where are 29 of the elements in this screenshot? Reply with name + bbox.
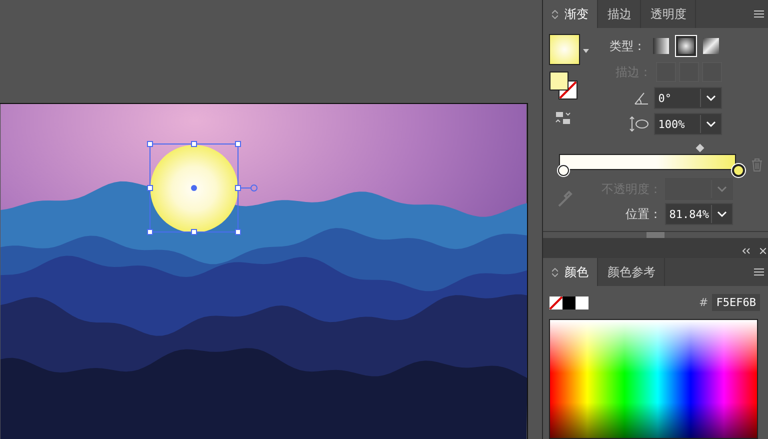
default-swatches-icon[interactable] (549, 296, 590, 310)
panel-tab[interactable]: 渐变 (543, 0, 598, 28)
angle-field[interactable]: 0° (654, 87, 722, 109)
aspect-ratio-field[interactable]: 100% (654, 113, 722, 135)
hex-field[interactable]: F5EF6B (712, 294, 760, 311)
dropdown-caret-icon[interactable] (583, 49, 590, 53)
resize-grip[interactable] (543, 231, 768, 238)
panel-tab[interactable]: 颜色 (543, 258, 598, 286)
menu-icon[interactable] (754, 10, 764, 18)
angle-icon (633, 91, 650, 105)
gradient-slider[interactable] (559, 154, 736, 170)
reverse-gradient-icon[interactable] (555, 111, 572, 125)
aspect-ratio-icon (629, 116, 650, 132)
close-icon[interactable] (760, 248, 766, 254)
menu-icon[interactable] (754, 268, 764, 276)
collapse-icon[interactable] (742, 248, 750, 254)
gradient-preview[interactable] (549, 34, 580, 65)
color-spectrum[interactable] (549, 319, 758, 439)
color-stop[interactable] (733, 165, 744, 176)
hex-label: # (699, 296, 708, 309)
fill-stroke-icon[interactable] (549, 71, 580, 101)
location-field[interactable]: 81.84% (665, 203, 734, 225)
midpoint-handle[interactable] (696, 144, 705, 152)
color-stop[interactable] (558, 165, 570, 176)
radial-gradient-button[interactable] (675, 35, 698, 57)
collapse-arrows-icon[interactable] (552, 10, 558, 18)
location-label: 位置： (625, 206, 662, 222)
type-label: 类型： (609, 38, 646, 54)
collapse-arrows-icon[interactable] (552, 268, 558, 276)
